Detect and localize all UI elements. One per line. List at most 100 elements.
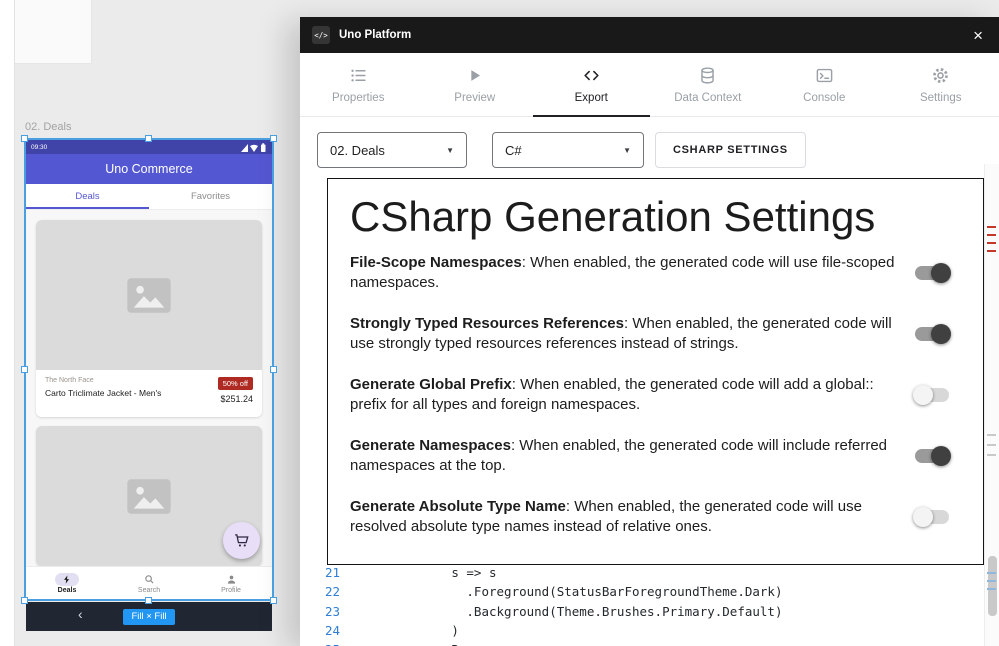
uno-platform-window: </> Uno Platform × Properties Preview Ex…	[300, 17, 999, 646]
tab-console[interactable]: Console	[766, 53, 883, 116]
list-icon	[349, 66, 368, 85]
minimap-mark	[987, 580, 996, 582]
toggle-strongly-typed-resources[interactable]	[915, 327, 949, 341]
phone-preview-canvas[interactable]: 09:30 Uno Commerce Deals Favorites	[26, 140, 272, 599]
image-placeholder-icon	[126, 277, 172, 314]
code-line: 25 Resources	[300, 640, 983, 646]
code-text: .Foreground(StatusBarForegroundTheme.Dar…	[346, 584, 783, 599]
person-icon	[226, 574, 237, 585]
toggle-generate-absolute-type-name[interactable]	[915, 510, 949, 524]
tab-label: Export	[575, 92, 608, 104]
minimap-mark	[987, 444, 996, 446]
setting-row-strongly-typed-resources: Strongly Typed Resources References: Whe…	[350, 314, 957, 353]
discount-badge: 50% off	[218, 377, 253, 390]
tab-data-context[interactable]: Data Context	[650, 53, 767, 116]
chevron-down-icon: ▼	[446, 146, 454, 155]
code-text: .Background(Theme.Brushes.Primary.Defaul…	[346, 604, 783, 619]
setting-description: Generate Global Prefix: When enabled, th…	[350, 375, 906, 414]
cart-icon	[233, 532, 250, 549]
page-select-value: 02. Deals	[330, 143, 385, 158]
line-number: 21	[300, 565, 340, 580]
window-title: Uno Platform	[339, 29, 411, 41]
database-icon	[698, 66, 717, 85]
line-number: 22	[300, 584, 340, 599]
nav-label: Profile	[221, 587, 241, 594]
nav-label: Deals	[58, 587, 77, 594]
code-line: 22 .Foreground(StatusBarForegroundTheme.…	[300, 582, 983, 601]
code-text: )	[346, 623, 459, 638]
modal-title: CSharp Generation Settings	[350, 193, 957, 241]
phone-content: The North Face Carto Triclimate Jacket -…	[26, 210, 272, 566]
code-editor[interactable]: 21 s => s 22 .Foreground(StatusBarForegr…	[300, 557, 983, 646]
tab-preview[interactable]: Preview	[417, 53, 534, 116]
artboard-label: 02. Deals	[25, 121, 71, 133]
code-line: 24 )	[300, 621, 983, 640]
status-time: 09:30	[31, 144, 47, 151]
toggle-generate-namespaces[interactable]	[915, 449, 949, 463]
window-titlebar: </> Uno Platform ×	[300, 17, 999, 53]
minimap-mark	[987, 572, 996, 574]
setting-row-generate-absolute-type-name: Generate Absolute Type Name: When enable…	[350, 497, 957, 536]
line-number: 25	[300, 642, 340, 646]
minimap-mark	[987, 434, 996, 436]
editor-minimap[interactable]	[984, 164, 999, 646]
tab-label: Preview	[454, 92, 495, 104]
size-chip[interactable]: Fill × Fill	[123, 609, 174, 625]
page-select[interactable]: 02. Deals ▼	[317, 132, 467, 168]
phone-bottom-nav: Deals Search Profile	[26, 566, 272, 599]
code-line: 23 .Background(Theme.Brushes.Primary.Def…	[300, 602, 983, 621]
toggle-file-scope-namespaces[interactable]	[915, 266, 949, 280]
csharp-settings-button[interactable]: CSHARP SETTINGS	[655, 132, 806, 168]
minimap-mark	[987, 588, 996, 590]
close-icon[interactable]: ×	[969, 27, 987, 44]
phone-statusbar: 09:30	[26, 140, 272, 154]
line-number: 23	[300, 604, 340, 619]
setting-description: Generate Namespaces: When enabled, the g…	[350, 436, 906, 475]
tab-properties[interactable]: Properties	[300, 53, 417, 116]
setting-description: Generate Absolute Type Name: When enable…	[350, 497, 906, 536]
tab-export[interactable]: Export	[533, 53, 650, 116]
chevron-down-icon: ▼	[623, 146, 631, 155]
status-icons	[241, 143, 267, 152]
nav-item-profile[interactable]: Profile	[190, 567, 272, 599]
phone-tabbar: Deals Favorites	[26, 184, 272, 210]
export-toolbar: 02. Deals ▼ C# ▼ CSHARP SETTINGS	[300, 117, 999, 169]
product-name: Carto Triclimate Jacket - Men's	[45, 388, 161, 398]
toggle-generate-global-prefix[interactable]	[915, 388, 949, 402]
cart-fab-button[interactable]	[223, 522, 260, 559]
back-chevron-icon[interactable]: ‹	[78, 606, 83, 622]
minimap-mark	[987, 250, 996, 252]
code-text: Resources	[346, 642, 519, 646]
setting-description: File-Scope Namespaces: When enabled, the…	[350, 253, 906, 292]
product-card[interactable]: The North Face Carto Triclimate Jacket -…	[36, 220, 262, 417]
nav-item-search[interactable]: Search	[108, 567, 190, 599]
tab-label: Data Context	[674, 92, 741, 104]
phone-tab-deals[interactable]: Deals	[26, 184, 149, 209]
background-corner-panel	[15, 0, 92, 64]
setting-description: Strongly Typed Resources References: Whe…	[350, 314, 906, 353]
phone-tab-favorites[interactable]: Favorites	[149, 184, 272, 209]
panel-tabbar: Properties Preview Export Data Context	[300, 53, 999, 117]
play-icon	[465, 66, 484, 85]
phone-appbar: Uno Commerce	[26, 154, 272, 184]
phone-app-title: Uno Commerce	[105, 162, 193, 176]
setting-row-file-scope-namespaces: File-Scope Namespaces: When enabled, the…	[350, 253, 957, 292]
image-placeholder-icon	[126, 478, 172, 515]
line-number: 24	[300, 623, 340, 638]
minimap-mark	[987, 454, 996, 456]
scrollbar-thumb[interactable]	[988, 556, 997, 616]
uno-platform-logo-icon: </>	[312, 26, 330, 44]
code-icon	[582, 66, 601, 85]
tab-label: Settings	[920, 92, 962, 104]
nav-item-deals[interactable]: Deals	[26, 567, 108, 599]
language-select-value: C#	[505, 143, 522, 158]
search-icon	[144, 574, 155, 585]
code-text: s => s	[346, 565, 497, 580]
product-image-placeholder	[36, 220, 262, 370]
minimap-mark	[987, 242, 996, 244]
product-info: The North Face Carto Triclimate Jacket -…	[36, 370, 262, 417]
csharp-settings-modal: CSharp Generation Settings File-Scope Na…	[327, 178, 984, 565]
tab-settings[interactable]: Settings	[883, 53, 999, 116]
language-select[interactable]: C# ▼	[492, 132, 644, 168]
minimap-mark	[987, 226, 996, 228]
